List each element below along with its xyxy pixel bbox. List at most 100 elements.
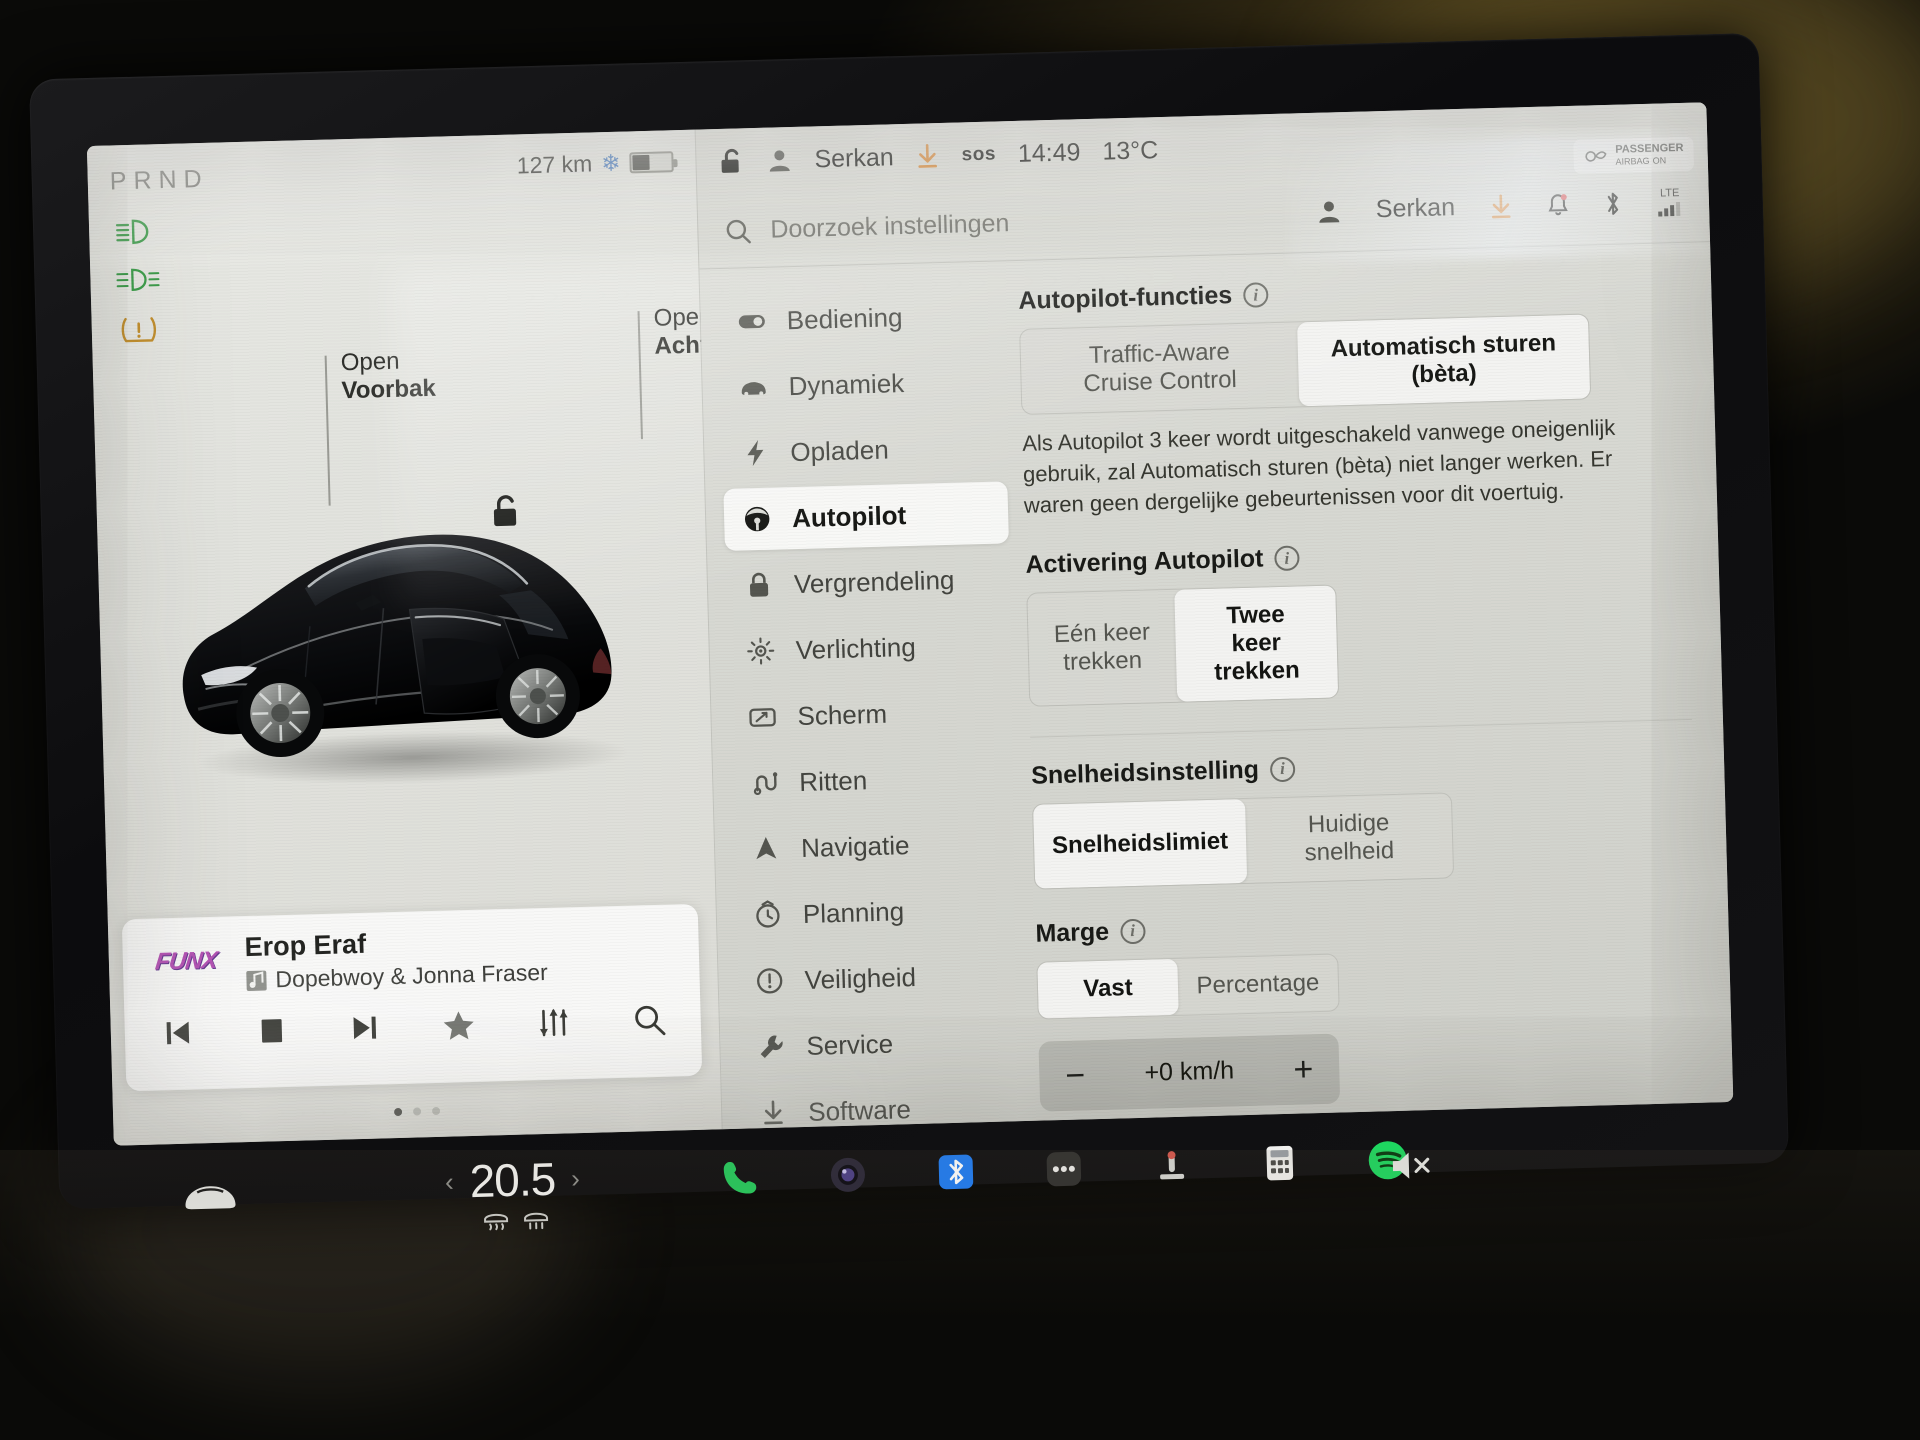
- outside-temperature: 13°C: [1102, 135, 1159, 166]
- media-now-playing: FUNX Erop Eraf Dopebwoy & Jonna Fraser: [142, 920, 679, 996]
- clock: 14:49: [1017, 137, 1081, 168]
- page-indicator-dots[interactable]: [113, 1099, 721, 1123]
- segment-single-pull[interactable]: Eén keer trekken: [1027, 590, 1177, 705]
- sidebar-item-ritten[interactable]: Ritten: [731, 745, 1017, 815]
- vehicle-render[interactable]: [155, 450, 684, 794]
- sidebar-item-veiligheid[interactable]: Veiligheid: [736, 943, 1022, 1013]
- padlock-icon: [744, 570, 775, 601]
- stop-icon[interactable]: [256, 1015, 287, 1051]
- download-arrow-icon[interactable]: [915, 143, 940, 170]
- sidebar-item-vergrendeling[interactable]: Vergrendeling: [725, 547, 1011, 617]
- sidebar-item-bediening[interactable]: Bediening: [718, 283, 1004, 353]
- driver-profile-icon[interactable]: [766, 147, 793, 174]
- wrench-icon: [756, 1031, 787, 1062]
- sidebar-item-label: Verlichting: [795, 631, 917, 665]
- car-front-icon[interactable]: [181, 1176, 240, 1221]
- temperature-value: 20.5: [468, 1152, 556, 1208]
- favorite-star-icon[interactable]: [441, 1008, 476, 1048]
- speed-setting-segmented-control[interactable]: Snelheidslimiet Huidige snelheid: [1031, 792, 1455, 890]
- bluetooth-icon[interactable]: [930, 1146, 981, 1197]
- seat-heater-icon[interactable]: [1146, 1140, 1197, 1191]
- autopilot-features-segmented-control[interactable]: Traffic-Aware Cruise Control Automatisch…: [1019, 313, 1592, 415]
- sidebar-item-label: Scherm: [797, 698, 888, 731]
- info-icon[interactable]: i: [1119, 918, 1146, 944]
- autopilot-activation-header: Activering Autopilot i: [1025, 533, 1688, 580]
- touchscreen-bezel: PRND 127 km ❄ Open Voorbak Open FUNX Ero…: [29, 32, 1789, 1231]
- temp-increase-arrow[interactable]: ›: [571, 1163, 581, 1194]
- segment-label: Vast: [1082, 973, 1134, 1002]
- range-text: 127 km: [516, 150, 593, 179]
- previous-track-icon[interactable]: [162, 1016, 195, 1054]
- speed-setting-header: Snelheidsinstelling i: [1031, 744, 1694, 791]
- segment-label: Percentage: [1196, 968, 1320, 999]
- temperature-control[interactable]: ‹ 20.5 ›: [444, 1151, 581, 1209]
- account-name[interactable]: Serkan: [1375, 193, 1455, 224]
- sidebar-item-navigatie[interactable]: Navigatie: [732, 811, 1018, 881]
- download-arrow-icon[interactable]: [1489, 193, 1514, 220]
- equalizer-icon[interactable]: [537, 1006, 572, 1044]
- sidebar-item-planning[interactable]: Planning: [734, 877, 1020, 947]
- sidebar-item-autopilot[interactable]: Autopilot: [723, 481, 1009, 551]
- account-profile-icon[interactable]: [1315, 198, 1342, 225]
- info-icon[interactable]: i: [1242, 282, 1269, 308]
- autopilot-settings-content: Autopilot-functies i Traffic-Aware Cruis…: [1018, 269, 1712, 1113]
- section-divider: [1030, 718, 1692, 738]
- segment-traffic-aware-cruise-control[interactable]: Traffic-Aware Cruise Control: [1020, 322, 1299, 413]
- segment-current-speed[interactable]: Huidige snelheid: [1245, 793, 1453, 882]
- segment-label: Automatisch sturen (bèta): [1330, 329, 1557, 389]
- search-icon[interactable]: [632, 1003, 667, 1043]
- sos-label[interactable]: sos: [961, 143, 996, 166]
- search-icon: [724, 217, 753, 246]
- camera-icon[interactable]: [822, 1149, 873, 1200]
- sidebar-item-label: Software: [807, 1093, 912, 1127]
- track-title: Erop Eraf: [244, 928, 367, 963]
- segment-fixed[interactable]: Vast: [1037, 958, 1179, 1019]
- mute-speaker-icon[interactable]: [1386, 1146, 1435, 1185]
- rear-defrost-icon[interactable]: [522, 1208, 551, 1236]
- sidebar-item-opladen[interactable]: Opladen: [722, 415, 1008, 485]
- margin-segmented-control[interactable]: Vast Percentage: [1036, 953, 1340, 1020]
- segment-speed-limit[interactable]: Snelheidslimiet: [1033, 798, 1248, 889]
- page-dot[interactable]: [393, 1107, 403, 1117]
- bluetooth-icon[interactable]: [1603, 189, 1624, 218]
- sidebar-item-scherm[interactable]: Scherm: [729, 679, 1015, 749]
- sidebar-item-verlichting[interactable]: Verlichting: [727, 613, 1013, 683]
- autopilot-activation-segmented-control[interactable]: Eén keer trekken Twee keer trekken: [1026, 584, 1340, 707]
- front-defrost-icon[interactable]: [482, 1209, 511, 1237]
- next-track-icon[interactable]: [348, 1011, 381, 1049]
- media-player-card[interactable]: FUNX Erop Eraf Dopebwoy & Jonna Fraser: [121, 903, 703, 1092]
- range-and-battery: 127 km ❄: [516, 148, 674, 179]
- download-arrow-icon: [758, 1097, 789, 1128]
- temp-decrease-arrow[interactable]: ‹: [445, 1166, 455, 1197]
- sidebar-item-dynamiek[interactable]: Dynamiek: [720, 349, 1006, 419]
- section-title: Activering Autopilot: [1025, 544, 1264, 580]
- steering-wheel-icon: [742, 504, 773, 535]
- section-title: Autopilot-functies: [1018, 281, 1233, 315]
- callout-front-trunk-line2: Voorbak: [341, 374, 437, 404]
- margin-stepper[interactable]: − +0 km/h +: [1038, 1033, 1341, 1112]
- margin-value: +0 km/h: [1144, 1056, 1235, 1087]
- airbag-text: PASSENGER AIRBAG ON: [1615, 142, 1684, 168]
- bell-icon[interactable]: [1547, 192, 1570, 219]
- segment-autosteer-beta[interactable]: Automatisch sturen (bèta): [1297, 314, 1591, 407]
- segment-percentage[interactable]: Percentage: [1177, 954, 1338, 1014]
- calculator-icon[interactable]: [1254, 1138, 1305, 1189]
- low-beam-headlight-icon: [113, 216, 160, 247]
- phone-icon[interactable]: [714, 1152, 765, 1203]
- page-dot[interactable]: [412, 1107, 422, 1116]
- photo-scene: PRND 127 km ❄ Open Voorbak Open FUNX Ero…: [0, 0, 1920, 1440]
- segment-double-pull[interactable]: Twee keer trekken: [1174, 585, 1339, 702]
- unlocked-padlock-icon[interactable]: [718, 146, 745, 177]
- driver-name[interactable]: Serkan: [814, 143, 894, 174]
- segment-label: Snelheidslimiet: [1051, 827, 1229, 859]
- page-dot[interactable]: [431, 1106, 441, 1116]
- info-icon[interactable]: i: [1269, 756, 1296, 783]
- info-icon[interactable]: i: [1274, 545, 1300, 572]
- sidebar-item-label: Service: [806, 1028, 894, 1061]
- search-input[interactable]: Doorzoek instellingen: [770, 209, 1010, 244]
- increase-button[interactable]: +: [1293, 1050, 1314, 1089]
- more-dots-icon[interactable]: [1038, 1143, 1089, 1194]
- sidebar-item-label: Ritten: [798, 764, 868, 797]
- decrease-button[interactable]: −: [1065, 1056, 1086, 1095]
- sidebar-item-service[interactable]: Service: [738, 1009, 1024, 1079]
